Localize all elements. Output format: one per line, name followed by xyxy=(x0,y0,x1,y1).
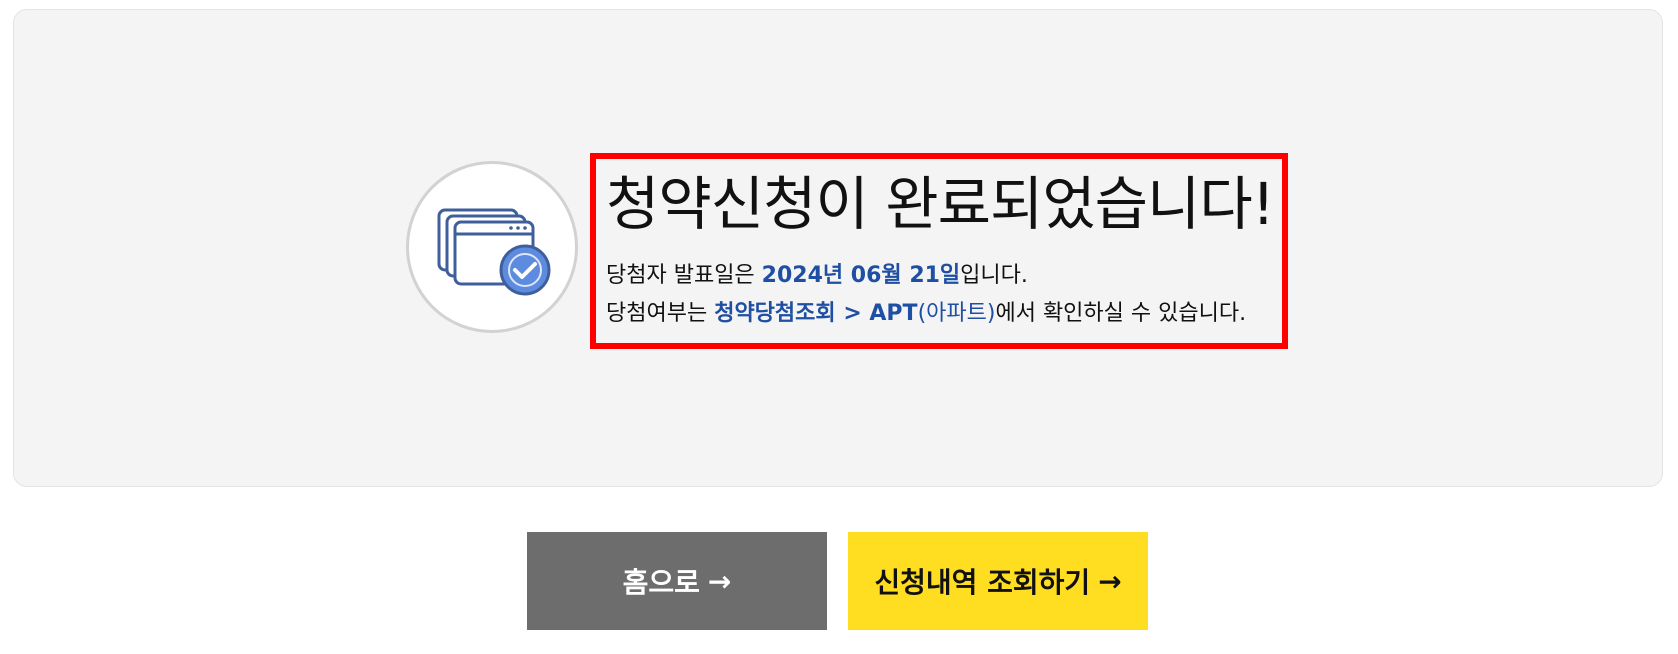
announcement-prefix: 당첨자 발표일은 xyxy=(606,263,762,288)
result-menu-subitem: (아파트) xyxy=(917,301,996,326)
page-title: 청약신청이 완료되었습니다! xyxy=(606,170,1275,238)
arrow-right-icon: → xyxy=(1098,564,1122,598)
home-button[interactable]: 홈으로 → xyxy=(527,532,827,630)
announcement-suffix: 입니다. xyxy=(960,263,1028,288)
result-menu-separator: > APT xyxy=(835,301,918,326)
browser-windows-check-icon xyxy=(437,208,551,296)
arrow-right-icon: → xyxy=(707,564,732,598)
result-check-prefix: 당첨여부는 xyxy=(606,301,715,326)
history-button-label: 신청내역 조회하기 xyxy=(874,566,1091,599)
completion-illustration xyxy=(406,161,578,333)
announcement-date: 2024년 06월 21일 xyxy=(761,263,961,288)
view-application-history-button[interactable]: 신청내역 조회하기 → xyxy=(848,532,1148,630)
home-button-label: 홈으로 xyxy=(622,566,700,599)
completion-message-box: 청약신청이 완료되었습니다! 당첨자 발표일은 2024년 06월 21일입니다… xyxy=(590,153,1288,349)
announcement-line: 당첨자 발표일은 2024년 06월 21일입니다. xyxy=(606,265,1028,287)
result-menu-link: 청약당첨조회 xyxy=(714,301,836,326)
result-check-line: 당첨여부는 청약당첨조회 > APT(아파트)에서 확인하실 수 있습니다. xyxy=(606,303,1246,325)
result-check-suffix: 에서 확인하실 수 있습니다. xyxy=(995,301,1247,326)
